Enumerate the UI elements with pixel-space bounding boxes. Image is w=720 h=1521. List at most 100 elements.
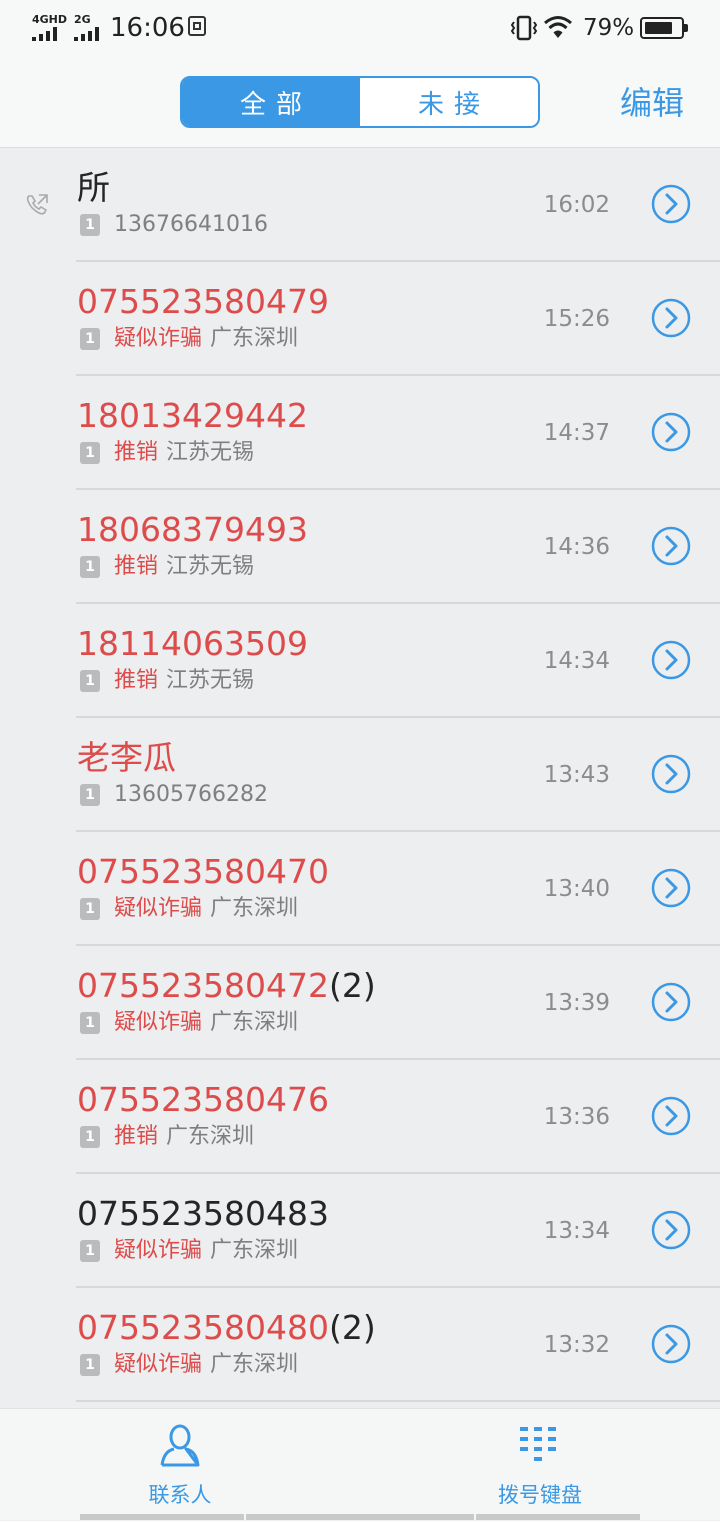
sim-card-icon: 1 bbox=[80, 898, 100, 920]
caller-number: 老李瓜 bbox=[77, 738, 176, 777]
call-subtitle: 13605766282 bbox=[114, 780, 268, 810]
call-log-row[interactable]: 075523580476 1 推销 广东深圳 13:36 bbox=[0, 1060, 720, 1174]
chevron-right-icon[interactable] bbox=[651, 1324, 691, 1364]
bottom-nav: 联系人 拨号键盘 bbox=[0, 1408, 720, 1520]
battery-percent: 79% bbox=[583, 15, 635, 41]
dialpad-tab[interactable]: 拨号键盘 bbox=[440, 1409, 640, 1521]
call-count: (2) bbox=[328, 966, 376, 1005]
call-subtitle: 疑似诈骗 广东深圳 bbox=[114, 324, 298, 354]
battery-icon bbox=[640, 17, 688, 39]
spam-tag: 疑似诈骗 bbox=[114, 1238, 203, 1263]
call-log-row[interactable]: 18114063509 1 推销 江苏无锡 14:34 bbox=[0, 604, 720, 718]
chevron-right-icon[interactable] bbox=[651, 184, 691, 224]
spam-tag: 推销 bbox=[114, 554, 159, 579]
call-log-row[interactable]: 18013429442 1 推销 江苏无锡 14:37 bbox=[0, 376, 720, 490]
contacts-label: 联系人 bbox=[148, 1483, 212, 1507]
spam-tag: 推销 bbox=[114, 1124, 159, 1149]
spam-tag: 疑似诈骗 bbox=[114, 1010, 203, 1035]
call-time: 15:26 bbox=[543, 306, 610, 332]
chevron-right-icon[interactable] bbox=[651, 1210, 691, 1250]
call-log-header: 全部 未接 编辑 bbox=[0, 56, 720, 148]
chevron-right-icon[interactable] bbox=[651, 982, 691, 1022]
caller-number: 075523580480 bbox=[77, 1308, 329, 1347]
call-log-row[interactable]: 所 1 13676641016 16:02 bbox=[0, 148, 720, 262]
chevron-right-icon[interactable] bbox=[651, 640, 691, 680]
call-time: 16:02 bbox=[543, 192, 610, 218]
sim-card-icon: 1 bbox=[80, 442, 100, 464]
sim-card-icon: 1 bbox=[80, 328, 100, 350]
chevron-right-icon[interactable] bbox=[651, 868, 691, 908]
call-location: 广东深圳 bbox=[210, 1010, 299, 1035]
call-time: 14:36 bbox=[543, 534, 610, 560]
chevron-right-icon[interactable] bbox=[651, 526, 691, 566]
sim1-network-label: 4GHD bbox=[32, 13, 68, 26]
call-log-row[interactable]: 075523580483 1 疑似诈骗 广东深圳 13:34 bbox=[0, 1174, 720, 1288]
call-time: 13:34 bbox=[543, 1218, 610, 1244]
caller-number: 所 bbox=[77, 168, 110, 207]
spam-tag: 疑似诈骗 bbox=[114, 896, 203, 921]
call-subtitle: 疑似诈骗 广东深圳 bbox=[114, 1236, 298, 1266]
caller-number: 18114063509 bbox=[77, 624, 308, 663]
call-subtitle: 推销 江苏无锡 bbox=[114, 666, 254, 696]
sim-card-icon: 1 bbox=[80, 784, 100, 806]
chevron-right-icon[interactable] bbox=[651, 298, 691, 338]
caller-number: 18013429442 bbox=[77, 396, 308, 435]
status-bar: 4GHD 2G 16:06 79% bbox=[0, 0, 720, 56]
tab-missed[interactable]: 未接 bbox=[360, 78, 538, 126]
call-location: 广东深圳 bbox=[210, 1352, 299, 1377]
call-time: 14:34 bbox=[543, 648, 610, 674]
sim-card-icon: 1 bbox=[80, 1354, 100, 1376]
caller-number: 075523580476 bbox=[77, 1080, 329, 1119]
call-count: (2) bbox=[328, 1308, 376, 1347]
call-log-row[interactable]: 18068379493 1 推销 江苏无锡 14:36 bbox=[0, 490, 720, 604]
notification-icon bbox=[188, 16, 206, 36]
call-location: 13676641016 bbox=[114, 212, 268, 237]
contacts-icon bbox=[160, 1424, 200, 1467]
caller-name: 18114063509 bbox=[77, 624, 308, 664]
vibrate-icon bbox=[510, 15, 538, 41]
call-subtitle: 疑似诈骗 广东深圳 bbox=[114, 1008, 298, 1038]
call-time: 14:37 bbox=[543, 420, 610, 446]
nav-indicator bbox=[246, 1514, 474, 1520]
call-time: 13:39 bbox=[543, 990, 610, 1016]
spam-tag: 疑似诈骗 bbox=[114, 1352, 203, 1377]
call-log-row[interactable]: 075523580480(2) 1 疑似诈骗 广东深圳 13:32 bbox=[0, 1288, 720, 1402]
caller-name: 18068379493 bbox=[77, 510, 308, 550]
caller-name: 075523580483 bbox=[77, 1194, 329, 1234]
caller-name: 075523580472(2) bbox=[77, 966, 376, 1006]
edit-button[interactable]: 编辑 bbox=[620, 82, 684, 124]
sim-card-icon: 1 bbox=[80, 670, 100, 692]
call-time: 13:43 bbox=[543, 762, 610, 788]
call-log-row[interactable]: 075523580472(2) 1 疑似诈骗 广东深圳 13:39 bbox=[0, 946, 720, 1060]
nav-indicator bbox=[80, 1514, 244, 1520]
spam-tag: 疑似诈骗 bbox=[114, 326, 203, 351]
caller-name: 18013429442 bbox=[77, 396, 308, 436]
wifi-icon bbox=[544, 16, 572, 38]
caller-name: 所 bbox=[77, 168, 110, 208]
caller-number: 075523580472 bbox=[77, 966, 329, 1005]
call-log-row[interactable]: 075523580479 1 疑似诈骗 广东深圳 15:26 bbox=[0, 262, 720, 376]
sim-card-icon: 1 bbox=[80, 556, 100, 578]
caller-number: 18068379493 bbox=[77, 510, 308, 549]
call-subtitle: 疑似诈骗 广东深圳 bbox=[114, 894, 298, 924]
chevron-right-icon[interactable] bbox=[651, 1096, 691, 1136]
call-log-row[interactable]: 075523580470 1 疑似诈骗 广东深圳 13:40 bbox=[0, 832, 720, 946]
call-location: 广东深圳 bbox=[210, 326, 299, 351]
chevron-right-icon[interactable] bbox=[651, 412, 691, 452]
contacts-tab[interactable]: 联系人 bbox=[80, 1409, 280, 1521]
call-subtitle: 推销 广东深圳 bbox=[114, 1122, 254, 1152]
row-divider bbox=[76, 1400, 720, 1402]
caller-name: 075523580479 bbox=[77, 282, 329, 322]
caller-name: 075523580470 bbox=[77, 852, 329, 892]
call-time: 13:32 bbox=[543, 1332, 610, 1358]
caller-name: 老李瓜 bbox=[77, 738, 176, 778]
tab-all[interactable]: 全部 bbox=[182, 78, 360, 126]
call-subtitle: 推销 江苏无锡 bbox=[114, 552, 254, 582]
call-location: 广东深圳 bbox=[210, 896, 299, 921]
chevron-right-icon[interactable] bbox=[651, 754, 691, 794]
call-location: 江苏无锡 bbox=[166, 668, 255, 693]
caller-number: 075523580470 bbox=[77, 852, 329, 891]
call-log-row[interactable]: 老李瓜 1 13605766282 13:43 bbox=[0, 718, 720, 832]
clock: 16:06 bbox=[110, 13, 185, 43]
sim-card-icon: 1 bbox=[80, 1012, 100, 1034]
